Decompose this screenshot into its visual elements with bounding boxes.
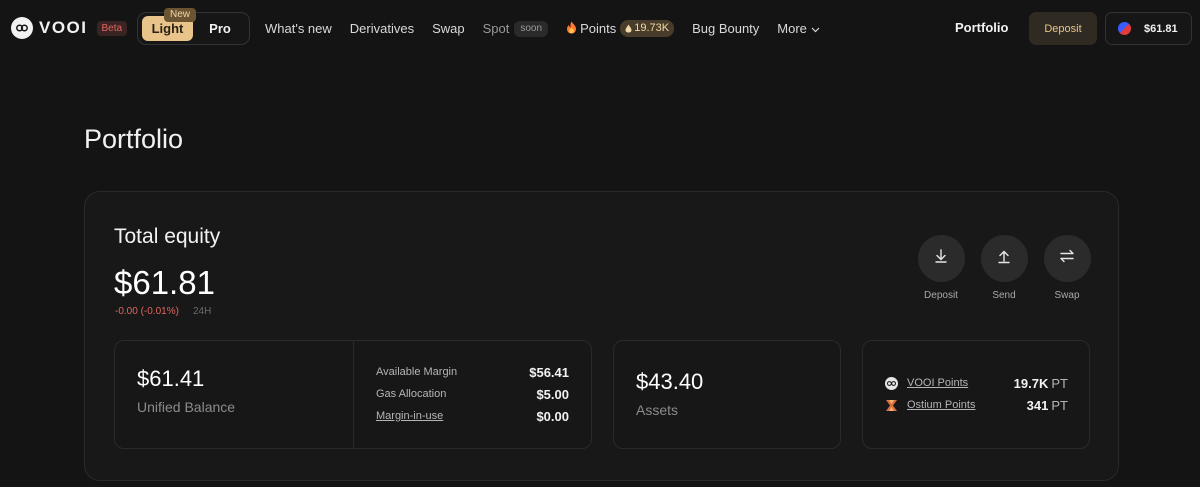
swap-arrows-icon <box>1059 248 1075 269</box>
points-row: Ostium Points 341 PT <box>885 398 1068 413</box>
points-name-link[interactable]: VOOI Points <box>907 377 968 389</box>
send-action-label: Send <box>992 290 1016 301</box>
margin-row-value: $56.41 <box>529 365 569 380</box>
margin-row: Available Margin $56.41 <box>376 365 569 380</box>
deposit-button[interactable]: Deposit <box>1029 12 1097 45</box>
download-icon <box>933 248 949 269</box>
equity-card: Total equity $61.81 -0.00 (-0.01%) 24H D… <box>84 191 1119 481</box>
deposit-button-label: Deposit <box>1044 22 1082 35</box>
margin-in-use-link[interactable]: Margin-in-use <box>376 410 443 422</box>
points-amount: 19.7K <box>1013 375 1049 391</box>
margin-row: Margin-in-use $0.00 <box>376 409 569 424</box>
nav-link-more-label: More <box>777 21 807 36</box>
upload-icon <box>996 248 1012 269</box>
points-value: 341 PT <box>1027 398 1068 413</box>
action-send[interactable]: Send <box>974 235 1034 301</box>
nav-link-spot[interactable]: Spot soon <box>482 20 549 37</box>
nav-link-bug-bounty[interactable]: Bug Bounty <box>692 21 759 36</box>
mode-switch: Light New Pro <box>137 8 250 45</box>
unified-balance-panel: $61.41 Unified Balance Available Margin … <box>114 340 592 449</box>
points-panel: VOOI Points 19.7K PT Ostium Points 341 PT <box>862 340 1090 449</box>
deposit-action-label: Deposit <box>924 290 958 301</box>
points-value: 19.7K PT <box>1014 376 1068 391</box>
ostium-points-icon <box>885 399 898 412</box>
nav-link-points-label: Points <box>580 21 617 36</box>
mode-pro-button[interactable]: Pro <box>196 16 244 41</box>
points-drop-icon <box>625 24 632 33</box>
wallet-avatar-icon <box>1118 22 1131 35</box>
margin-row-value: $5.00 <box>536 387 569 402</box>
mode-pro-label: Pro <box>209 21 231 36</box>
wallet-button[interactable]: $61.81 <box>1105 12 1192 45</box>
top-nav: VOOI Beta Light New Pro What's new Deriv… <box>0 0 1200 57</box>
nav-portfolio-link[interactable]: Portfolio <box>955 20 1008 35</box>
brand-logo[interactable]: VOOI Beta <box>11 17 128 39</box>
points-badge: 19.73K <box>620 20 675 37</box>
deposit-circle[interactable] <box>917 235 965 282</box>
assets-panel[interactable]: $43.40 Assets <box>613 340 841 449</box>
flame-icon <box>566 21 577 37</box>
vooi-points-icon <box>885 376 898 390</box>
chevron-down-icon <box>811 21 820 36</box>
beta-badge: Beta <box>96 20 128 36</box>
points-badge-value: 19.73K <box>634 22 670 34</box>
action-swap[interactable]: Swap <box>1037 235 1097 301</box>
margin-row-value: $0.00 <box>536 409 569 424</box>
balance-divider <box>353 341 354 448</box>
nav-link-points[interactable]: Points 19.73K <box>566 20 675 37</box>
action-deposit[interactable]: Deposit <box>911 235 971 301</box>
assets-value: $43.40 <box>636 369 704 394</box>
equity-period: 24H <box>193 306 212 317</box>
total-equity-label: Total equity <box>114 225 221 248</box>
equity-change: -0.00 (-0.01%) <box>115 306 179 317</box>
assets-label: Assets <box>636 402 679 418</box>
swap-action-label: Swap <box>1054 290 1080 301</box>
page-title: Portfolio <box>84 124 184 154</box>
points-unit: PT <box>1051 375 1068 391</box>
points-amount: 341 <box>1026 397 1049 413</box>
mode-light-label: Light <box>151 21 184 36</box>
nav-link-swap[interactable]: Swap <box>432 21 465 36</box>
brand-name: VOOI <box>39 18 88 37</box>
margin-row-label: Available Margin <box>376 366 458 378</box>
margin-row: Gas Allocation $5.00 <box>376 387 569 402</box>
unified-balance-value: $61.41 <box>137 366 205 391</box>
unified-balance-label: Unified Balance <box>137 399 236 415</box>
nav-links: What's new Derivatives Swap Spot soon Po… <box>265 0 838 57</box>
nav-link-spot-label: Spot <box>482 21 510 36</box>
swap-circle[interactable] <box>1043 235 1091 282</box>
wallet-balance: $61.81 <box>1144 22 1178 35</box>
nav-link-whats-new[interactable]: What's new <box>265 21 332 36</box>
points-name-link[interactable]: Ostium Points <box>907 399 975 411</box>
vooi-logo-icon <box>11 17 33 39</box>
margin-row-label: Gas Allocation <box>376 388 447 400</box>
send-circle[interactable] <box>980 235 1028 282</box>
nav-link-more[interactable]: More <box>777 21 820 36</box>
soon-badge: soon <box>514 20 549 37</box>
points-row: VOOI Points 19.7K PT <box>885 376 1068 391</box>
points-unit: PT <box>1051 397 1068 413</box>
nav-link-derivatives[interactable]: Derivatives <box>350 21 414 36</box>
new-badge: New <box>164 8 197 22</box>
total-equity-value: $61.81 <box>114 264 215 301</box>
